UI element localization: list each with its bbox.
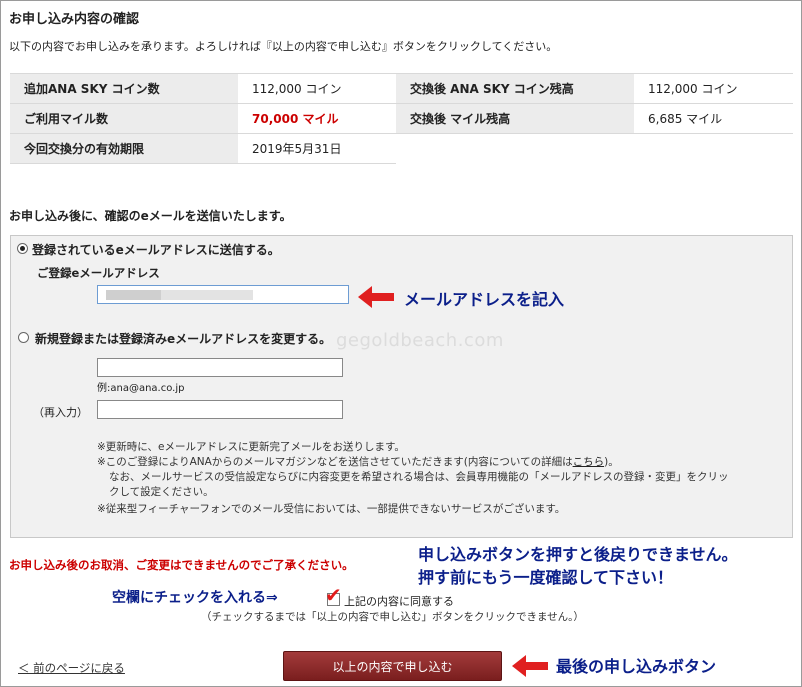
registered-email-option-label: 登録されているeメールアドレスに送信する。 <box>32 243 280 257</box>
new-email-option-label: 新規登録または登録済みeメールアドレスを変更する。 <box>35 332 332 346</box>
back-link[interactable]: ＜ 前のページに戻る <box>18 660 125 676</box>
table-row: 追加ANA SKY コイン数 112,000 コイン 交換後 ANA SKY コ… <box>10 73 793 104</box>
details-link[interactable]: こちら <box>573 456 605 468</box>
lead-text: 以下の内容でお申し込みを承ります。よろしければ『以上の内容で申し込む』ボタンをク… <box>9 40 558 53</box>
registered-email-radio[interactable] <box>17 243 28 254</box>
note-newsletter: ※このご登録によりANAからのメールマガジンなどを送信させていただきます(内容に… <box>97 456 619 468</box>
summary-table: 追加ANA SKY コイン数 112,000 コイン 交換後 ANA SKY コ… <box>10 73 793 164</box>
miles-used-label: ご利用マイル数 <box>10 103 238 134</box>
email-intro: お申し込み後に、確認のeメールを送信いたします。 <box>9 209 292 223</box>
registered-email-label: ご登録eメールアドレス <box>37 266 160 280</box>
reenter-label: （再入力） <box>33 406 88 419</box>
note-settings-2: クして設定ください。 <box>109 486 214 498</box>
miles-balance-label: 交換後 マイル残高 <box>396 103 634 134</box>
table-row: 今回交換分の有効期限 2019年5月31日 <box>10 133 793 164</box>
registered-email-field[interactable] <box>97 285 349 304</box>
miles-balance-value: 6,685 マイル <box>634 103 793 134</box>
note-settings-1: なお、メールサービスの受信設定ならびに内容変更を希望される場合は、会員専用機能の… <box>109 471 729 483</box>
annotation-check-hint: 空欄にチェックを入れる⇒ <box>112 590 278 606</box>
red-arrow-icon <box>512 655 548 677</box>
masked-email-value <box>106 290 253 300</box>
annotation-submit-warning-1: 申し込みボタンを押すと後戻りできません。 <box>418 545 738 564</box>
note-update: ※更新時に、eメールアドレスに更新完了メールをお送りします。 <box>97 441 405 453</box>
coin-value: 112,000 コイン <box>238 73 396 104</box>
coin-label: 追加ANA SKY コイン数 <box>10 73 238 104</box>
watermark: gegoldbeach.com <box>336 330 504 351</box>
email-options-panel: 登録されているeメールアドレスに送信する。 ご登録eメールアドレス 新規登録また… <box>10 235 793 538</box>
empty-cell <box>634 134 793 164</box>
new-email-input[interactable] <box>98 361 342 378</box>
coin-balance-value: 112,000 コイン <box>634 73 793 104</box>
empty-cell <box>396 134 634 164</box>
reenter-email-field[interactable] <box>97 400 343 420</box>
annotation-email-hint: メールアドレスを記入 <box>404 290 565 309</box>
email-notes: ※更新時に、eメールアドレスに更新完了メールをお送りします。 ※このご登録により… <box>97 440 787 517</box>
new-email-field[interactable] <box>97 358 343 378</box>
table-row: ご利用マイル数 70,000 マイル 交換後 マイル残高 6,685 マイル <box>10 103 793 134</box>
page-title: お申し込み内容の確認 <box>9 12 140 27</box>
submit-button[interactable]: 以上の内容で申し込む <box>283 651 502 681</box>
agree-hint: （チェックするまでは「以上の内容で申し込む」ボタンをクリックできません。） <box>201 611 584 623</box>
note-featurephone: ※従来型フィーチャーフォンでのメール受信においては、一部提供できないサービスがご… <box>97 503 566 515</box>
coin-balance-label: 交換後 ANA SKY コイン残高 <box>396 73 634 104</box>
annotation-final-button: 最後の申し込みボタン <box>556 657 717 676</box>
agree-label: 上記の内容に同意する <box>344 595 454 608</box>
new-email-radio[interactable] <box>18 332 29 343</box>
expiry-value: 2019年5月31日 <box>238 133 396 164</box>
annotation-submit-warning-2: 押す前にもう一度確認して下さい！ <box>418 568 674 587</box>
cancellation-warning: お申し込み後のお取消、ご変更はできませんのでご了承ください。 <box>9 558 354 572</box>
miles-used-value: 70,000 マイル <box>238 103 396 134</box>
expiry-label: 今回交換分の有効期限 <box>10 133 238 164</box>
reenter-email-input[interactable] <box>98 403 342 420</box>
red-arrow-icon <box>358 286 394 308</box>
email-example: 例:ana@ana.co.jp <box>97 383 185 394</box>
checkmark-icon: ✔ <box>325 583 342 607</box>
